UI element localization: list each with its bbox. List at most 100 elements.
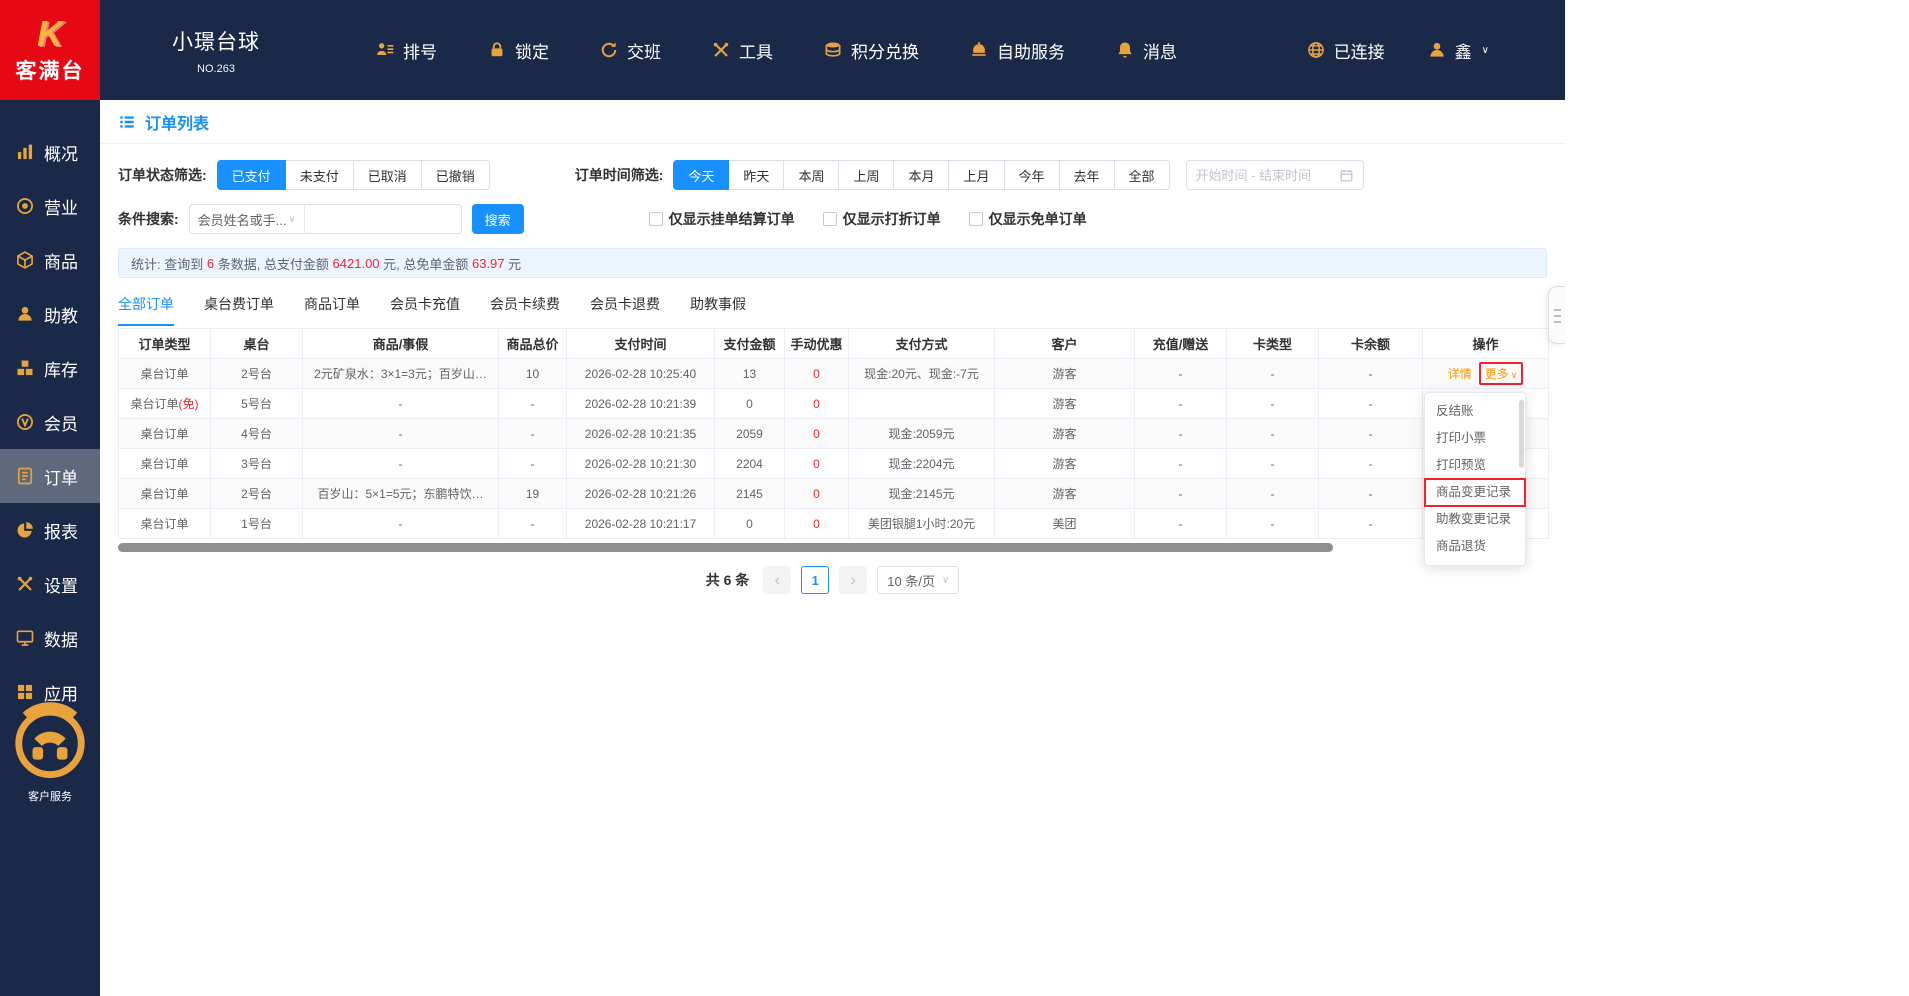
column-header: 订单类型 bbox=[118, 328, 211, 359]
order-status-filter-group: 已支付 未支付 已取消 已撤销 bbox=[216, 160, 490, 190]
time-filter-button[interactable]: 本周 bbox=[783, 160, 840, 190]
order-tab[interactable]: 会员卡充值 bbox=[390, 294, 460, 326]
order-tab[interactable]: 商品订单 bbox=[304, 294, 360, 326]
tools-icon bbox=[711, 40, 731, 60]
stats-text: 条数据, 总支付金额 bbox=[214, 256, 333, 272]
next-page-button[interactable]: › bbox=[839, 566, 868, 594]
sidebar-item-inventory[interactable]: 库存 bbox=[0, 341, 100, 395]
date-range-input[interactable] bbox=[1195, 167, 1333, 183]
person-icon bbox=[15, 304, 35, 324]
table-row: 桌台订单 1号台 - - 2026-02-28 10:21:17 0 0 美团银… bbox=[118, 508, 1549, 539]
nav-messages[interactable]: 消息 bbox=[1115, 38, 1177, 63]
store-name: 小璟台球 bbox=[172, 30, 260, 54]
cell-pay-amount: 2204 bbox=[714, 448, 785, 479]
side-drawer-handle[interactable] bbox=[1548, 286, 1565, 344]
search-input[interactable] bbox=[303, 204, 462, 234]
time-filter-button[interactable]: 上月 bbox=[948, 160, 1005, 190]
time-filter-button[interactable]: 全部 bbox=[1113, 160, 1170, 190]
search-field-value: 会员姓名或手... bbox=[197, 212, 287, 228]
nav-points-exchange[interactable]: 积分兑换 bbox=[823, 38, 919, 63]
coins-icon bbox=[823, 40, 843, 60]
checkbox-label: 仅显示挂单结算订单 bbox=[668, 211, 795, 227]
cell-table: 2号台 bbox=[210, 478, 303, 509]
cell-table: 3号台 bbox=[210, 448, 303, 479]
time-filter-button[interactable]: 本月 bbox=[893, 160, 950, 190]
time-filter-button[interactable]: 今天 bbox=[673, 160, 730, 190]
time-filter-button[interactable]: 今年 bbox=[1003, 160, 1060, 190]
column-header: 支付金额 bbox=[714, 328, 785, 359]
user-menu[interactable]: 鑫 ∨ bbox=[1427, 38, 1489, 63]
service-bell-icon bbox=[969, 40, 989, 60]
page-size-select[interactable]: 10 条/页 ∨ bbox=[877, 566, 960, 594]
status-filter-button[interactable]: 未支付 bbox=[284, 160, 354, 190]
sidebar-item-coach[interactable]: 助教 bbox=[0, 287, 100, 341]
sidebar-item-data[interactable]: 数据 bbox=[0, 611, 100, 665]
dropdown-menu-item[interactable]: 商品变更记录 bbox=[1424, 478, 1526, 507]
prev-page-button[interactable]: ‹ bbox=[763, 566, 792, 594]
detail-link[interactable]: 详情 bbox=[1448, 367, 1472, 381]
sidebar-item-goods[interactable]: 商品 bbox=[0, 233, 100, 287]
cell-manual-discount: 0 bbox=[784, 448, 849, 479]
cell-card-balance: - bbox=[1318, 388, 1423, 419]
dropdown-menu-item[interactable]: 打印小票 bbox=[1425, 425, 1525, 452]
more-link[interactable]: 更多 bbox=[1485, 367, 1509, 381]
filter-checkbox[interactable]: 仅显示打折订单 bbox=[822, 209, 941, 229]
sidebar-item-orders[interactable]: 订单 bbox=[0, 449, 100, 503]
dropdown-menu-item[interactable]: 打印预览 bbox=[1425, 452, 1525, 479]
nav-queue[interactable]: 排号 bbox=[375, 38, 437, 63]
cell-table: 2号台 bbox=[210, 358, 303, 389]
sidebar-item-settings[interactable]: 设置 bbox=[0, 557, 100, 611]
checkbox-box[interactable] bbox=[968, 212, 983, 226]
dropdown-scrollbar-thumb[interactable] bbox=[1519, 400, 1524, 468]
current-page-button[interactable]: 1 bbox=[801, 566, 830, 594]
dropdown-menu-item[interactable]: 助教变更记录 bbox=[1425, 506, 1525, 533]
status-filter-label: 订单状态筛选: bbox=[118, 167, 207, 183]
table-row: 桌台订单 3号台 - - 2026-02-28 10:21:30 2204 0 … bbox=[118, 448, 1549, 479]
sidebar-item-label: 营业 bbox=[44, 198, 78, 218]
sidebar-item-overview[interactable]: 概况 bbox=[0, 125, 100, 179]
time-filter-button[interactable]: 上周 bbox=[838, 160, 895, 190]
nav-self-service[interactable]: 自助服务 bbox=[969, 38, 1065, 63]
status-filter-button[interactable]: 已取消 bbox=[352, 160, 422, 190]
nav-connected[interactable]: 已连接 bbox=[1306, 38, 1385, 63]
cell-pay-time: 2026-02-28 10:25:40 bbox=[566, 358, 715, 389]
order-tab[interactable]: 会员卡续费 bbox=[490, 294, 560, 326]
time-filter-button[interactable]: 昨天 bbox=[728, 160, 785, 190]
status-filter-button[interactable]: 已支付 bbox=[216, 160, 286, 190]
table-row: 桌台订单 4号台 - - 2026-02-28 10:21:35 2059 0 … bbox=[118, 418, 1549, 449]
checkbox-filters: 仅显示挂单结算订单 仅显示打折订单 仅显示免单订单 bbox=[648, 209, 1115, 229]
column-header: 商品/事假 bbox=[302, 328, 499, 359]
cell-goods: 2元矿泉水：3×1=3元；百岁山… bbox=[302, 358, 499, 389]
filter-checkbox[interactable]: 仅显示挂单结算订单 bbox=[648, 209, 795, 229]
column-header: 客户 bbox=[994, 328, 1135, 359]
app-logo[interactable]: K 客满台 bbox=[0, 0, 100, 100]
nav-lock[interactable]: 锁定 bbox=[487, 38, 549, 63]
filter-checkbox[interactable]: 仅显示免单订单 bbox=[968, 209, 1087, 229]
order-tab[interactable]: 桌台费订单 bbox=[204, 294, 274, 326]
search-button[interactable]: 搜索 bbox=[471, 204, 524, 234]
cell-goods: 百岁山：5×1=5元；东鹏特饮… bbox=[302, 478, 499, 509]
checkbox-box[interactable] bbox=[822, 212, 837, 226]
order-tab[interactable]: 会员卡退费 bbox=[590, 294, 660, 326]
sidebar-item-reports[interactable]: 报表 bbox=[0, 503, 100, 557]
order-tab[interactable]: 全部订单 bbox=[118, 294, 174, 326]
page-title: 订单列表 bbox=[145, 115, 210, 133]
time-filter-button[interactable]: 去年 bbox=[1058, 160, 1115, 190]
order-type-tabs: 全部订单 桌台费订单 商品订单 会员卡充值 会员卡续费 会员卡退费 助教事假 bbox=[100, 278, 1565, 326]
nav-tools[interactable]: 工具 bbox=[711, 38, 773, 63]
cell-goods: - bbox=[302, 508, 499, 539]
more-button[interactable]: 更多∨ bbox=[1478, 362, 1524, 385]
date-range-picker[interactable] bbox=[1185, 160, 1364, 190]
horizontal-scrollbar-thumb[interactable] bbox=[118, 543, 1333, 552]
checkbox-box[interactable] bbox=[648, 212, 663, 226]
status-filter-button[interactable]: 已撤销 bbox=[420, 160, 490, 190]
sidebar-item-label: 商品 bbox=[44, 252, 78, 272]
dropdown-menu-item[interactable]: 反结账 bbox=[1425, 398, 1525, 425]
order-tab[interactable]: 助教事假 bbox=[690, 294, 746, 326]
sidebar-item-business[interactable]: 营业 bbox=[0, 179, 100, 233]
sidebar-item-members[interactable]: 会员 bbox=[0, 395, 100, 449]
search-field-select[interactable]: 会员姓名或手... ∨ bbox=[188, 204, 305, 234]
dropdown-menu-item[interactable]: 商品退货 bbox=[1425, 533, 1525, 560]
customer-service[interactable]: 客户服务 bbox=[0, 684, 100, 804]
nav-shift[interactable]: 交班 bbox=[599, 38, 661, 63]
